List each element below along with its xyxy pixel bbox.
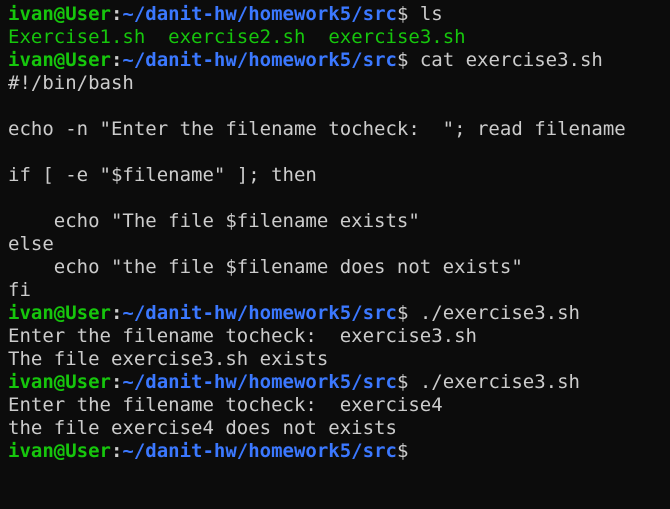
- prompt-path: ~/danit-hw/homework5/src: [122, 371, 397, 393]
- script-line: echo "the file $filename does not exists…: [8, 256, 523, 278]
- ls-file-exercise3: exercise3.sh: [328, 26, 466, 48]
- run1-output-line: The file exercise3.sh exists: [8, 348, 329, 370]
- run2-output-line: the file exercise4 does not exists: [8, 417, 397, 439]
- prompt-user: ivan@User: [8, 49, 111, 71]
- script-line: [8, 95, 670, 118]
- script-line: echo "The file $filename exists": [8, 210, 420, 232]
- run2-output-line: Enter the filename tocheck: exercise4: [8, 394, 443, 416]
- command-ls: ls: [408, 3, 443, 25]
- prompt-dollar: $: [396, 49, 409, 71]
- prompt-dollar: $: [396, 440, 409, 462]
- prompt-dollar: $: [396, 302, 409, 324]
- prompt-line-run2: ivan@User:~/danit-hw/homework5/src$ ./ex…: [8, 371, 670, 394]
- command-run2: ./exercise3.sh: [408, 371, 580, 393]
- terminal-window[interactable]: ivan@User:~/danit-hw/homework5/src$ ls E…: [0, 0, 670, 509]
- script-line: [8, 187, 670, 210]
- prompt-user: ivan@User: [8, 302, 111, 324]
- prompt-user: ivan@User: [8, 3, 111, 25]
- prompt-colon: :: [110, 302, 123, 324]
- prompt-user: ivan@User: [8, 440, 111, 462]
- prompt-colon: :: [110, 440, 123, 462]
- prompt-line-run1: ivan@User:~/danit-hw/homework5/src$ ./ex…: [8, 302, 670, 325]
- script-line: fi: [8, 279, 31, 301]
- prompt-colon: :: [110, 49, 123, 71]
- prompt-dollar: $: [396, 3, 409, 25]
- prompt-user: ivan@User: [8, 371, 111, 393]
- prompt-line-cat: ivan@User:~/danit-hw/homework5/src$ cat …: [8, 49, 670, 72]
- prompt-colon: :: [110, 371, 123, 393]
- script-line: if [ -e "$filename" ]; then: [8, 164, 317, 186]
- prompt-line-ls: ivan@User:~/danit-hw/homework5/src$ ls: [8, 3, 670, 26]
- prompt-line-current[interactable]: ivan@User:~/danit-hw/homework5/src$: [8, 440, 670, 463]
- ls-file-exercise1: Exercise1.sh: [8, 26, 146, 48]
- prompt-path: ~/danit-hw/homework5/src: [122, 49, 397, 71]
- prompt-dollar: $: [396, 371, 409, 393]
- command-cat: cat exercise3.sh: [408, 49, 603, 71]
- ls-output-line: Exercise1.sh exercise2.sh exercise3.sh: [8, 26, 670, 49]
- script-line: #!/bin/bash: [8, 72, 134, 94]
- command-run1: ./exercise3.sh: [408, 302, 580, 324]
- script-line: else: [8, 233, 54, 255]
- prompt-colon: :: [110, 3, 123, 25]
- ls-file-exercise2: exercise2.sh: [168, 26, 306, 48]
- run1-output-line: Enter the filename tocheck: exercise3.sh: [8, 325, 477, 347]
- script-line: [8, 141, 670, 164]
- prompt-path: ~/danit-hw/homework5/src: [122, 3, 397, 25]
- prompt-path: ~/danit-hw/homework5/src: [122, 302, 397, 324]
- prompt-path: ~/danit-hw/homework5/src: [122, 440, 397, 462]
- script-line: echo -n "Enter the filename tocheck: "; …: [8, 118, 626, 140]
